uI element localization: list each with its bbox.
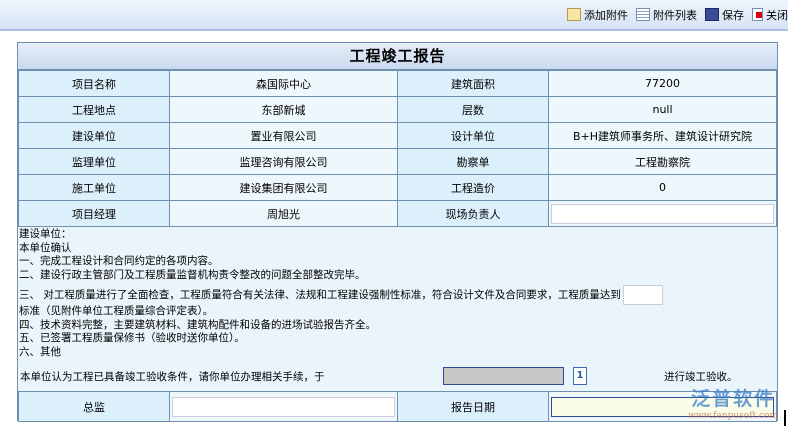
statement-line: 三、 对工程质量进行了全面检查，工程质量符合有关法律、法规和工程建设强制性标准，… bbox=[19, 289, 621, 301]
acceptance-date-input[interactable] bbox=[443, 367, 564, 385]
watermark-name: 泛普软件 bbox=[691, 388, 776, 410]
table-row: 施工单位 建设集团有限公司 工程造价 0 bbox=[18, 174, 777, 201]
supervisor-input[interactable] bbox=[172, 396, 395, 417]
close-label: 关闭 bbox=[766, 8, 788, 22]
statement-line: 建设单位： bbox=[19, 228, 72, 240]
field-label: 勘察单 bbox=[397, 148, 549, 175]
statement-line: 四、技术资料完整，主要建筑材料、建筑构配件和设备的进场试验报告齐全。 bbox=[19, 318, 376, 331]
supervisor-label: 总监 bbox=[18, 391, 170, 422]
field-label: 设计单位 bbox=[397, 122, 549, 149]
statement-line: 五、已签署工程质量保修书（验收时送你单位）。 bbox=[19, 332, 245, 344]
field-value: 东部新城 bbox=[169, 96, 398, 123]
table-row: 总监 报告日期 bbox=[18, 391, 777, 422]
add-attachment-button[interactable]: 添加附件 bbox=[567, 7, 628, 23]
field-label: 层数 bbox=[397, 96, 549, 123]
statement-line: 六、其他 bbox=[19, 345, 61, 358]
field-value: 0 bbox=[548, 174, 777, 201]
table-row: 项目经理 周旭光 现场负责人 bbox=[18, 200, 777, 227]
table-row: 工程地点 东部新城 层数 null bbox=[18, 96, 777, 123]
save-icon bbox=[705, 8, 719, 21]
toolbar: 添加附件 附件列表 保存 关闭 bbox=[0, 0, 788, 31]
close-icon bbox=[752, 8, 763, 21]
add-attachment-label: 添加附件 bbox=[584, 8, 628, 22]
close-button[interactable]: 关闭 bbox=[752, 7, 788, 23]
page-title: 工程竣工报告 bbox=[18, 43, 777, 70]
field-value: 建设集团有限公司 bbox=[169, 174, 398, 201]
field-label: 工程造价 bbox=[397, 174, 549, 201]
attachment-icon bbox=[567, 8, 581, 21]
field-label: 建设单位 bbox=[18, 122, 170, 149]
manager-value: 周旭光 bbox=[169, 200, 398, 227]
list-icon bbox=[636, 8, 650, 21]
statement-text: 建设单位： 本单位确认 一、完成工程设计和合同约定的各项内容。 二、建设行政主管… bbox=[18, 227, 777, 391]
statement-line: 本单位确认 bbox=[19, 241, 72, 254]
calendar-icon[interactable]: 1 bbox=[573, 367, 587, 385]
table-row: 监理单位 监理咨询有限公司 勘察单 工程勘察院 bbox=[18, 148, 777, 175]
save-label: 保存 bbox=[722, 8, 744, 22]
field-value: 77200 bbox=[548, 70, 777, 97]
field-label: 工程地点 bbox=[18, 96, 170, 123]
field-label: 项目名称 bbox=[18, 70, 170, 97]
statement-line: 标准（见附件单位工程质量综合评定表）。 bbox=[19, 305, 214, 317]
site-lead-input[interactable] bbox=[551, 203, 774, 224]
field-label: 监理单位 bbox=[18, 148, 170, 175]
site-lead-label: 现场负责人 bbox=[397, 200, 549, 227]
request-text: 本单位认为工程已具备竣工验收条件，请你单位办理相关手续，于 bbox=[20, 371, 325, 383]
field-value: 森国际中心 bbox=[169, 70, 398, 97]
table-row: 建设单位 置业有限公司 设计单位 B+H建筑师事务所、建筑设计研究院 bbox=[18, 122, 777, 149]
statement-line: 一、完成工程设计和合同约定的各项内容。 bbox=[19, 255, 219, 267]
statement-line: 二、建设行政主管部门及工程质量监督机构责令整改的问题全部整改完毕。 bbox=[19, 268, 366, 281]
attachment-list-button[interactable]: 附件列表 bbox=[636, 7, 697, 23]
signature-table: 总监 报告日期 bbox=[18, 391, 777, 422]
text-cursor bbox=[784, 410, 786, 426]
request-end-text: 进行竣工验收。 bbox=[664, 371, 738, 383]
field-label: 施工单位 bbox=[18, 174, 170, 201]
field-label: 建筑面积 bbox=[397, 70, 549, 97]
manager-label: 项目经理 bbox=[18, 200, 170, 227]
report-form: 工程竣工报告 项目名称 森国际中心 建筑面积 77200 工程地点 东部新城 层数 null 建… bbox=[17, 42, 778, 422]
field-value: 置业有限公司 bbox=[169, 122, 398, 149]
table-row: 项目名称 森国际中心 建筑面积 77200 bbox=[18, 70, 777, 97]
field-value: 监理咨询有限公司 bbox=[169, 148, 398, 175]
report-date-label: 报告日期 bbox=[397, 391, 549, 422]
field-value: B+H建筑师事务所、建筑设计研究院 bbox=[548, 122, 777, 149]
watermark-logo: 泛普软件 www.fanpusoft.com bbox=[688, 384, 778, 421]
field-value: null bbox=[548, 96, 777, 123]
quality-level-input[interactable] bbox=[622, 285, 663, 305]
field-value: 工程勘察院 bbox=[548, 148, 777, 175]
project-info-table: 项目名称 森国际中心 建筑面积 77200 工程地点 东部新城 层数 null 建设单位 置业有限… bbox=[18, 70, 777, 227]
watermark-url: www.fanpusoft.com bbox=[688, 411, 778, 421]
save-button[interactable]: 保存 bbox=[705, 7, 744, 23]
attachment-list-label: 附件列表 bbox=[653, 8, 697, 22]
